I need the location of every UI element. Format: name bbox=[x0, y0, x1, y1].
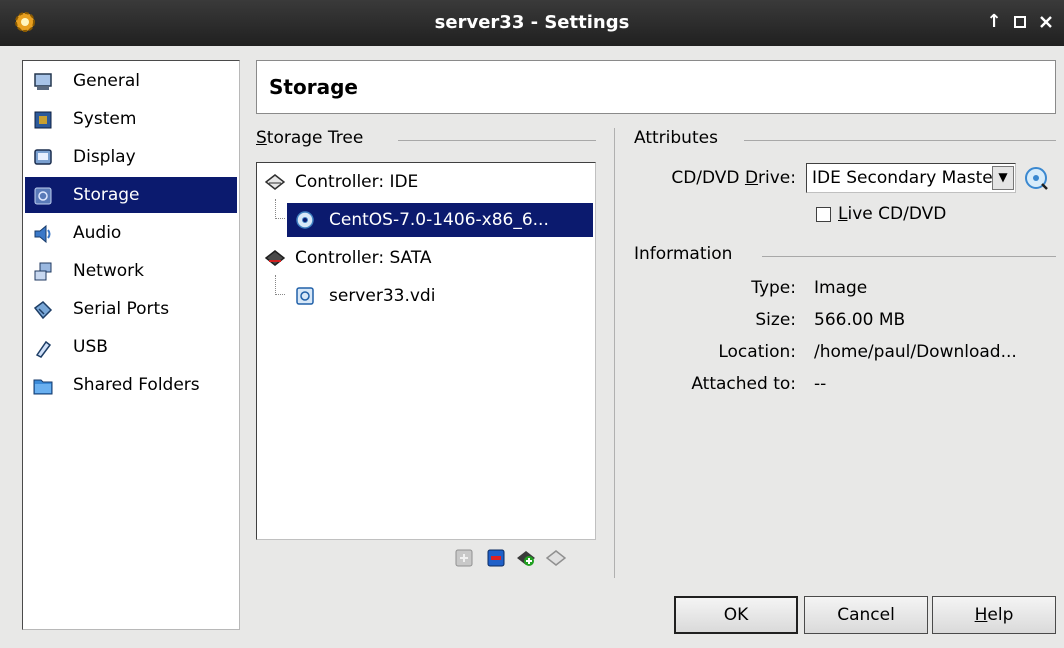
ide-controller-icon bbox=[265, 174, 285, 190]
display-monitor-icon bbox=[34, 149, 52, 165]
information-legend: Information bbox=[634, 244, 733, 264]
ok-button[interactable]: OK bbox=[674, 596, 798, 634]
tree-guide-line bbox=[275, 275, 285, 295]
tree-item-label: server33.vdi bbox=[329, 286, 436, 306]
network-icon bbox=[34, 262, 52, 281]
dialog-content: General System Display Storage Audio Net… bbox=[8, 54, 1056, 644]
cd-dvd-drive-select[interactable]: IDE Secondary Master ▼ bbox=[806, 163, 1016, 193]
tree-item-controller-ide[interactable]: Controller: IDE bbox=[257, 165, 593, 199]
settings-sidebar: General System Display Storage Audio Net… bbox=[22, 60, 240, 630]
pin-up-icon[interactable]: ↑ bbox=[982, 10, 1006, 34]
storage-disk-icon bbox=[34, 187, 52, 205]
sidebar-item-label: USB bbox=[73, 337, 108, 357]
remove-attachment-icon[interactable] bbox=[486, 548, 506, 568]
legend-rule bbox=[398, 140, 596, 141]
choose-disc-icon[interactable] bbox=[1024, 166, 1050, 192]
storage-tree[interactable]: Controller: IDE CentOS-7.0-1406-x86_6...… bbox=[256, 162, 596, 540]
window-title: server33 - Settings bbox=[434, 12, 630, 33]
sidebar-item-label: Storage bbox=[73, 185, 140, 205]
tree-item-label: CentOS-7.0-1406-x86_6... bbox=[329, 210, 549, 230]
live-cd-checkbox[interactable] bbox=[816, 207, 831, 222]
chevron-down-icon[interactable]: ▼ bbox=[992, 166, 1014, 190]
add-attachment-icon[interactable] bbox=[454, 548, 474, 568]
info-type-value: Image bbox=[814, 278, 868, 298]
page-title: Storage bbox=[269, 75, 358, 99]
audio-speaker-icon bbox=[34, 224, 51, 244]
panel-divider bbox=[614, 128, 615, 578]
sidebar-item-display[interactable]: Display bbox=[25, 139, 237, 175]
tree-guide-line bbox=[275, 199, 285, 219]
sidebar-item-label: System bbox=[73, 109, 137, 129]
info-location-label: Location: bbox=[718, 342, 796, 362]
info-type-label: Type: bbox=[751, 278, 796, 298]
add-controller-icon[interactable] bbox=[516, 548, 536, 568]
sidebar-item-system[interactable]: System bbox=[25, 101, 237, 137]
tree-item-label: Controller: IDE bbox=[295, 172, 419, 192]
general-monitor-icon bbox=[34, 73, 52, 90]
tree-item-server33-vdi[interactable]: server33.vdi bbox=[287, 279, 593, 313]
storage-tree-legend: Storage Tree bbox=[256, 128, 364, 148]
cd-dvd-drive-label: CD/DVD Drive: bbox=[671, 168, 796, 188]
sidebar-item-storage[interactable]: Storage bbox=[25, 177, 237, 213]
hard-disk-icon bbox=[296, 287, 314, 305]
tree-item-controller-sata[interactable]: Controller: SATA bbox=[257, 241, 593, 275]
remove-controller-icon[interactable] bbox=[546, 548, 566, 568]
sidebar-item-label: Serial Ports bbox=[73, 299, 170, 319]
info-size-label: Size: bbox=[755, 310, 796, 330]
sidebar-item-label: Display bbox=[73, 147, 136, 167]
page-header: Storage bbox=[256, 60, 1056, 114]
settings-window: server33 - Settings ↑ General System Dis… bbox=[0, 0, 1064, 648]
sidebar-item-audio[interactable]: Audio bbox=[25, 215, 237, 251]
optical-disc-icon bbox=[296, 211, 314, 229]
live-cd-label: Live CD/DVD bbox=[838, 204, 947, 224]
info-attached-to-label: Attached to: bbox=[691, 374, 796, 394]
attributes-legend: Attributes bbox=[634, 128, 718, 148]
maximize-button[interactable] bbox=[1008, 10, 1032, 34]
sidebar-item-label: Audio bbox=[73, 223, 122, 243]
info-location-value: /home/paul/Download... bbox=[814, 342, 1017, 362]
sidebar-item-usb[interactable]: USB bbox=[25, 329, 237, 365]
close-button[interactable] bbox=[1034, 10, 1058, 34]
help-button[interactable]: Help bbox=[932, 596, 1056, 634]
maximize-icon bbox=[1014, 16, 1026, 28]
serial-port-icon bbox=[33, 301, 53, 320]
cancel-button[interactable]: Cancel bbox=[804, 596, 928, 634]
usb-icon bbox=[35, 340, 52, 358]
sidebar-item-label: General bbox=[73, 71, 140, 91]
cd-dvd-drive-value: IDE Secondary Master bbox=[812, 168, 992, 188]
sata-controller-icon bbox=[265, 250, 285, 266]
sidebar-item-label: Shared Folders bbox=[73, 375, 200, 395]
shared-folder-icon bbox=[33, 379, 53, 395]
system-chip-icon bbox=[34, 111, 52, 129]
info-size-value: 566.00 MB bbox=[814, 310, 906, 330]
legend-rule bbox=[762, 256, 1056, 257]
info-attached-to-value: -- bbox=[814, 374, 827, 394]
tree-item-label: Controller: SATA bbox=[295, 248, 432, 268]
sidebar-item-serial-ports[interactable]: Serial Ports bbox=[25, 291, 237, 327]
sidebar-item-shared-folders[interactable]: Shared Folders bbox=[25, 367, 237, 403]
title-bar[interactable]: server33 - Settings ↑ bbox=[0, 0, 1064, 46]
sidebar-item-network[interactable]: Network bbox=[25, 253, 237, 289]
tree-item-centos-disc[interactable]: CentOS-7.0-1406-x86_6... bbox=[287, 203, 593, 237]
legend-rule bbox=[744, 140, 1056, 141]
close-icon bbox=[1040, 16, 1052, 28]
sidebar-item-label: Network bbox=[73, 261, 144, 281]
sidebar-item-general[interactable]: General bbox=[25, 63, 237, 99]
